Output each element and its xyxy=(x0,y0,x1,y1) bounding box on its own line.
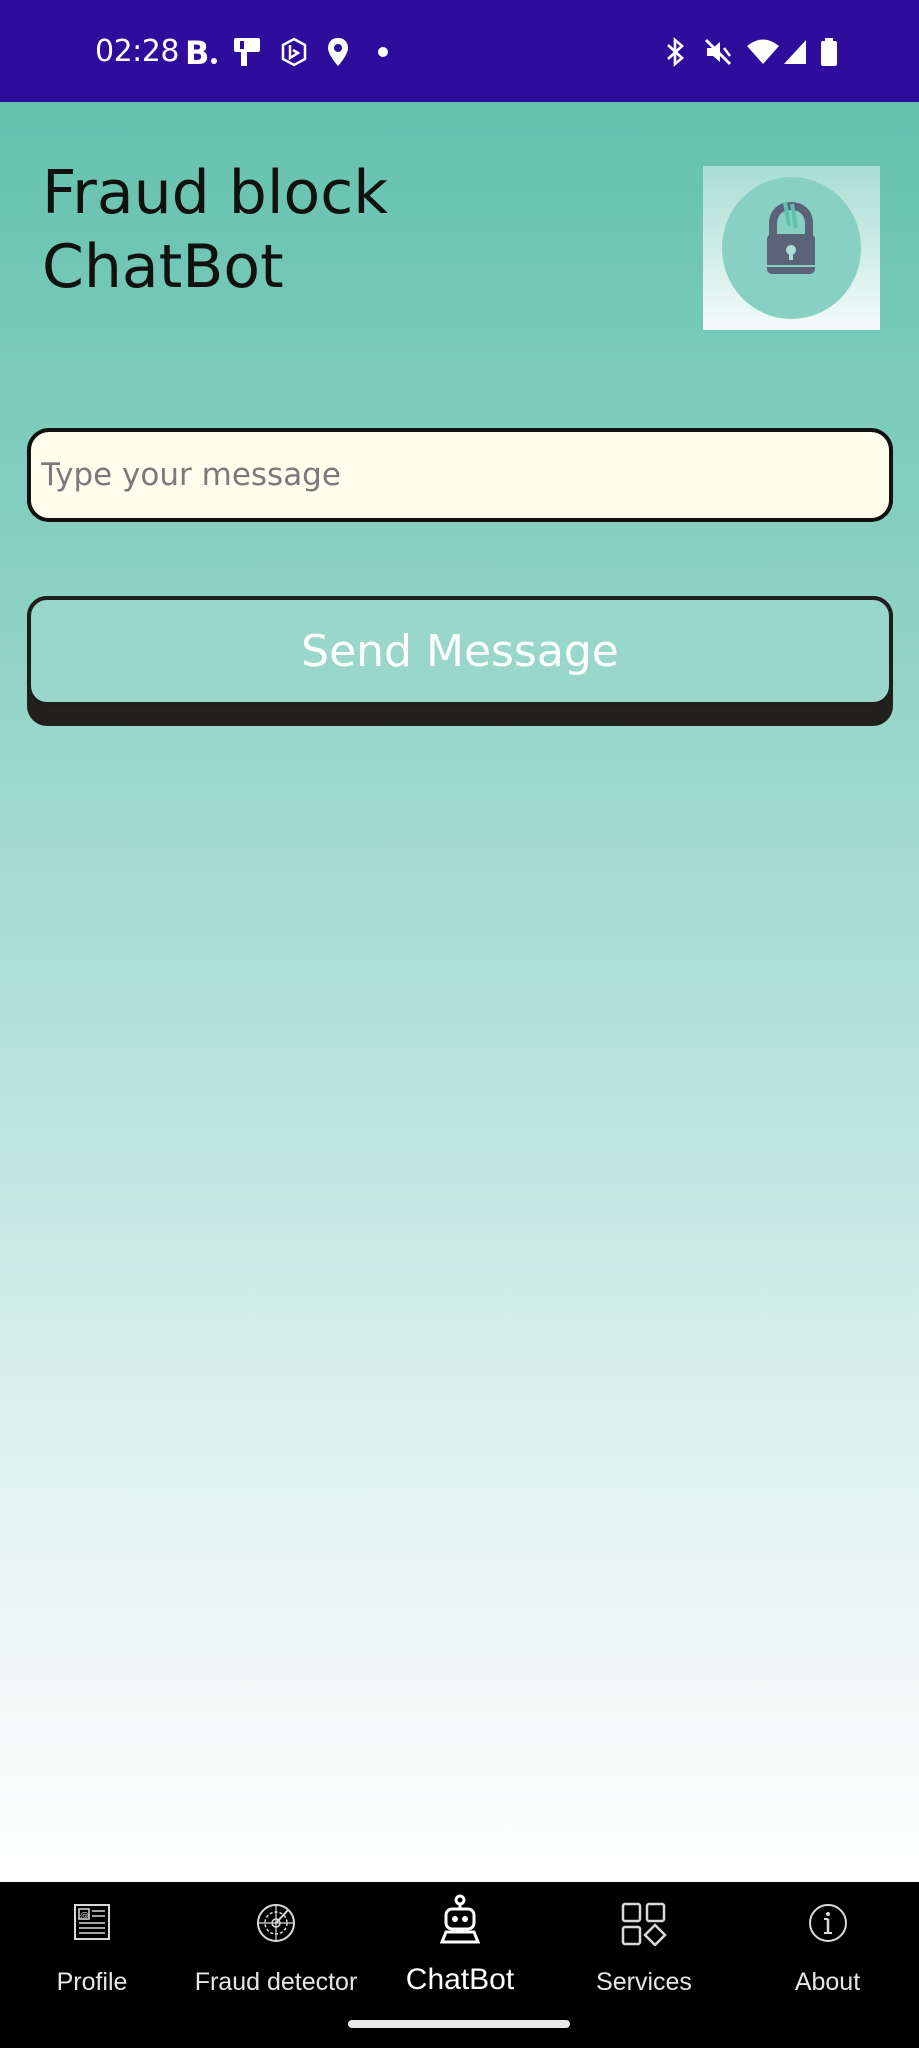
svg-text:B: B xyxy=(185,36,209,68)
page-title: Fraud block ChatBot xyxy=(42,156,462,304)
parking-sign-icon xyxy=(234,38,260,66)
wifi-icon xyxy=(747,39,779,64)
info-icon xyxy=(808,1904,847,1942)
title-line-2: ChatBot xyxy=(42,232,284,302)
nav-label-about: About xyxy=(794,1968,861,1996)
battery-icon xyxy=(821,38,837,66)
message-input[interactable] xyxy=(27,428,893,522)
id-card-icon: @ xyxy=(74,1904,110,1940)
bing-icon xyxy=(281,37,307,67)
grid-shapes-icon xyxy=(621,1902,667,1946)
cell-signal-icon xyxy=(784,40,806,64)
nav-label-chatbot: ChatBot xyxy=(405,1963,515,1996)
home-indicator[interactable] xyxy=(348,2020,570,2028)
title-line-1: Fraud block xyxy=(42,158,388,228)
nav-item-fraud-detector[interactable]: Fraud detector xyxy=(184,1882,368,2002)
nav-label-services: Services xyxy=(596,1968,692,1996)
nav-item-profile[interactable]: @ Profile xyxy=(0,1882,184,2002)
radar-icon xyxy=(257,1904,295,1942)
svg-text:@: @ xyxy=(80,1911,89,1921)
location-pin-icon xyxy=(328,38,348,66)
mute-icon xyxy=(704,38,732,66)
nav-label-profile: Profile xyxy=(56,1968,128,1996)
booking-b-icon: B xyxy=(185,36,217,68)
app-logo xyxy=(703,166,880,330)
send-message-button[interactable]: Send Message xyxy=(27,596,893,706)
bottom-navigation: @ Profile Fraud detector ChatBot Service… xyxy=(0,1882,919,2048)
status-time: 02:28 xyxy=(95,34,179,69)
nav-item-chatbot[interactable]: ChatBot xyxy=(368,1882,552,2002)
nav-item-about[interactable]: About xyxy=(736,1882,919,2002)
bluetooth-icon xyxy=(667,37,684,67)
nav-label-fraud-detector: Fraud detector xyxy=(194,1968,358,1996)
chatbot-screen: Fraud block ChatBot Send Message xyxy=(0,102,919,1882)
notification-dot-icon xyxy=(378,47,388,57)
robot-icon xyxy=(439,1894,481,1944)
nav-item-services[interactable]: Services xyxy=(552,1882,736,2002)
padlock-icon xyxy=(767,201,815,274)
status-bar: 02:28 B xyxy=(0,0,919,102)
